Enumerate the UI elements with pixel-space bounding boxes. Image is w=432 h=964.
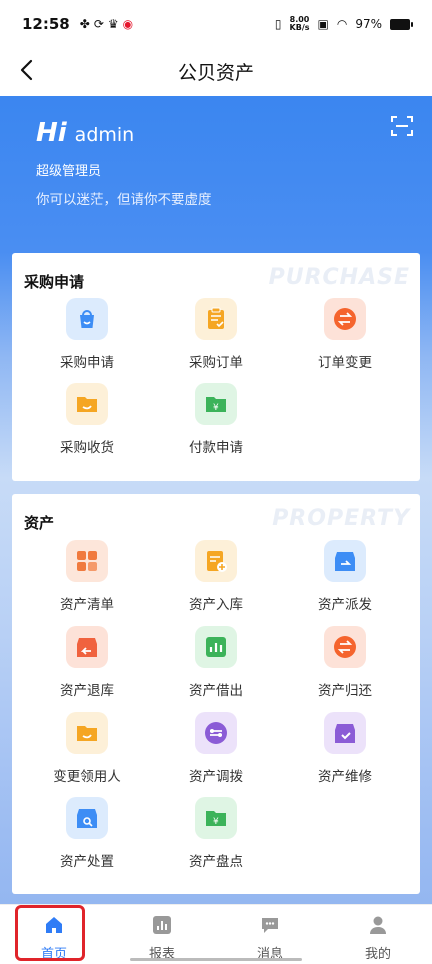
purchase-order-item[interactable]: 采购订单 xyxy=(156,298,276,371)
bottom-tab-bar: 首页 报表 消息 我的 xyxy=(0,904,432,964)
fan-icon: ✤ xyxy=(79,17,90,31)
exchange-icon xyxy=(324,626,366,668)
page-title: 公贝资产 xyxy=(177,61,254,84)
sim-icon: ▣ xyxy=(317,17,329,31)
payment-request-label: 付款申请 xyxy=(189,440,243,456)
asset-dispose-label: 资产处置 xyxy=(60,854,114,870)
payment-request-item[interactable]: ¥ 付款申请 xyxy=(156,383,276,456)
grid-list-icon xyxy=(66,540,108,582)
back-arrow-icon[interactable] xyxy=(16,58,40,82)
asset-dispose-item[interactable]: 资产处置 xyxy=(27,797,147,870)
message-icon xyxy=(262,918,278,933)
purchase-request-item[interactable]: 采购申请 xyxy=(27,298,147,371)
asset-lend-label: 资产借出 xyxy=(189,683,243,699)
asset-inventory-item[interactable]: ¥ 资产盘点 xyxy=(156,797,276,870)
nav-bar: 公贝资产 xyxy=(0,48,432,94)
tab-report[interactable]: 报表 xyxy=(108,905,216,964)
asset-lend-item[interactable]: 资产借出 xyxy=(156,626,276,699)
asset-stock-in-label: 资产入库 xyxy=(189,597,243,613)
tab-message[interactable]: 消息 xyxy=(216,905,324,964)
asset-repair-item[interactable]: 资产维修 xyxy=(285,712,405,785)
tab-profile-label: 我的 xyxy=(364,947,391,962)
tab-profile[interactable]: 我的 xyxy=(324,905,432,964)
folder-receive-icon xyxy=(66,383,108,425)
payment-folder-icon: ¥ xyxy=(195,383,237,425)
purchase-receive-item[interactable]: 采购收货 xyxy=(27,383,147,456)
net-speed-unit: KB/s xyxy=(289,23,310,32)
inventory-folder-icon: ¥ xyxy=(195,797,237,839)
link-icon: ⟳ xyxy=(93,17,104,31)
asset-inventory-label: 资产盘点 xyxy=(189,854,243,870)
tab-home[interactable]: 首页 xyxy=(0,905,108,964)
asset-dispatch-item[interactable]: 资产派发 xyxy=(285,540,405,613)
change-recipient-item[interactable]: 变更领用人 xyxy=(27,712,147,785)
svg-text:¥: ¥ xyxy=(213,403,219,413)
svg-text:¥: ¥ xyxy=(213,817,219,827)
purchase-receive-label: 采购收货 xyxy=(60,440,114,456)
asset-stock-in-item[interactable]: 资产入库 xyxy=(156,540,276,613)
vibrate-icon: ▯ xyxy=(274,17,282,31)
asset-dispatch-label: 资产派发 xyxy=(318,597,372,613)
status-time: 12:58 xyxy=(22,15,70,33)
tab-home-label: 首页 xyxy=(40,947,67,962)
motto-text: 你可以迷茫，但请你不要虚度 xyxy=(36,192,212,208)
purchase-watermark: PURCHASE xyxy=(268,265,410,290)
asset-return-stock-label: 资产退库 xyxy=(60,683,114,699)
battery-icon xyxy=(390,18,413,30)
order-change-item[interactable]: 订单变更 xyxy=(285,298,405,371)
stock-in-icon xyxy=(195,540,237,582)
greeting-text: Hi xyxy=(36,118,67,148)
wifi-icon: ◠ xyxy=(336,17,348,31)
dispatch-box-icon xyxy=(324,540,366,582)
asset-return-stock-item[interactable]: 资产退库 xyxy=(27,626,147,699)
weibo-icon: ◉ xyxy=(122,17,134,31)
purchase-card: 采购申请 PURCHASE 采购申请 采购订单 订单变更 采购收货 ¥ 付款申请 xyxy=(12,253,420,481)
purchase-order-label: 采购订单 xyxy=(189,355,243,371)
shopping-bag-icon xyxy=(66,298,108,340)
exchange-icon xyxy=(324,298,366,340)
notification-icons: ✤ ⟳ ♛ ◉ xyxy=(80,17,133,31)
change-recipient-label: 变更领用人 xyxy=(53,769,121,785)
asset-transfer-label: 资产调拨 xyxy=(189,769,243,785)
dispose-search-icon xyxy=(66,797,108,839)
user-role: 超级管理员 xyxy=(36,164,102,179)
clipboard-icon xyxy=(195,298,237,340)
purchase-section-title: 采购申请 xyxy=(24,273,85,291)
status-bar: 12:58 ✤ ⟳ ♛ ◉ ▯ 8.00 KB/s ▣ ◠ 97% xyxy=(0,0,432,48)
repair-icon xyxy=(324,712,366,754)
return-box-icon xyxy=(66,626,108,668)
network-speed: 8.00 KB/s xyxy=(290,16,310,32)
transfer-icon xyxy=(195,712,237,754)
battery-percent: 97% xyxy=(355,17,382,31)
property-watermark: PROPERTY xyxy=(272,506,410,531)
property-section-title: 资产 xyxy=(24,514,55,532)
report-icon xyxy=(153,916,171,934)
scan-icon[interactable] xyxy=(390,114,414,138)
home-icon xyxy=(46,917,62,933)
asset-transfer-item[interactable]: 资产调拨 xyxy=(156,712,276,785)
username: admin xyxy=(74,124,135,146)
profile-icon xyxy=(370,916,386,934)
order-change-label: 订单变更 xyxy=(318,355,372,371)
greeting-row: Hi admin xyxy=(36,118,134,148)
purchase-request-label: 采购申请 xyxy=(60,355,114,371)
home-indicator xyxy=(130,958,302,961)
asset-list-label: 资产清单 xyxy=(60,597,114,613)
lend-chart-icon xyxy=(195,626,237,668)
asset-repair-label: 资产维修 xyxy=(318,769,372,785)
folder-user-icon xyxy=(66,712,108,754)
asset-give-back-item[interactable]: 资产归还 xyxy=(285,626,405,699)
asset-give-back-label: 资产归还 xyxy=(318,683,372,699)
asset-list-item[interactable]: 资产清单 xyxy=(27,540,147,613)
crown-icon: ♛ xyxy=(107,17,119,31)
property-card: 资产 PROPERTY 资产清单 资产入库 资产派发 资产退库 资产借出 资产归… xyxy=(12,494,420,894)
